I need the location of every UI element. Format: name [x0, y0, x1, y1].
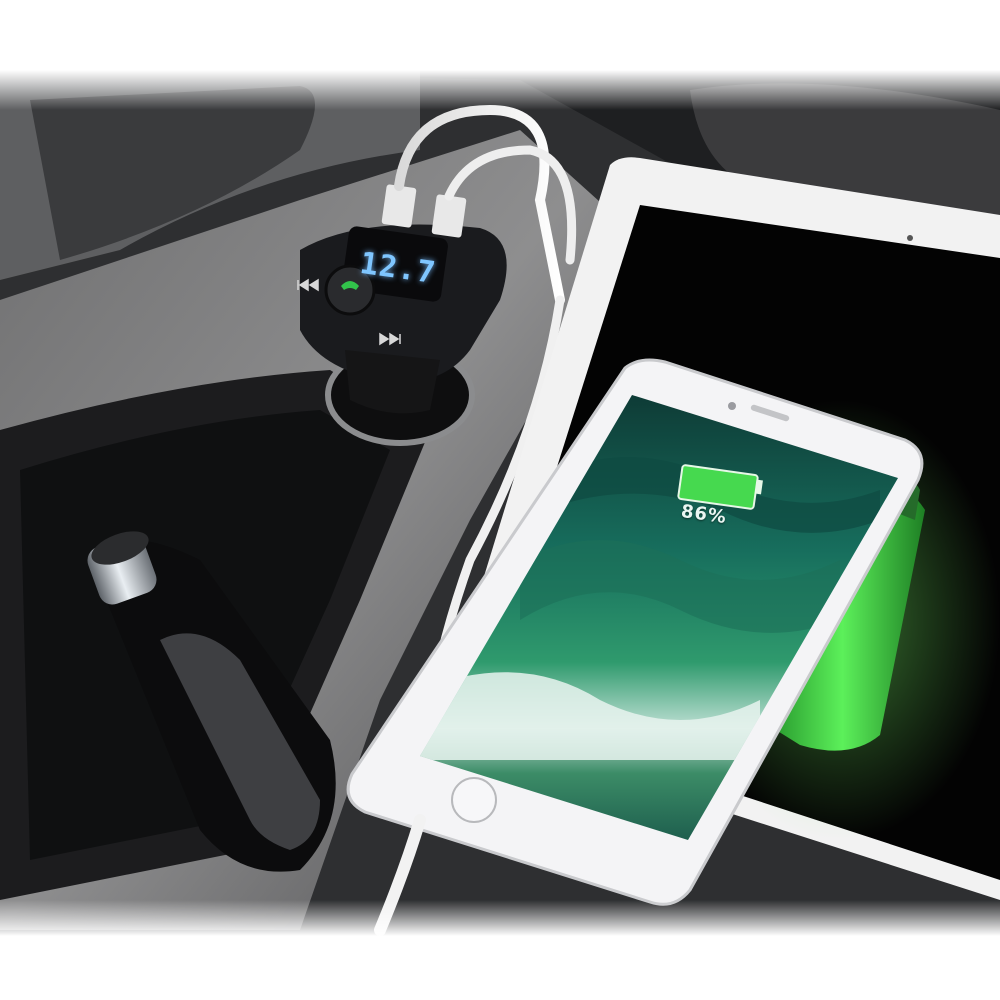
car-interior-scene [0, 0, 1000, 1000]
home-button-icon [451, 777, 497, 823]
charger-display-readout: 12.7 [357, 245, 439, 291]
